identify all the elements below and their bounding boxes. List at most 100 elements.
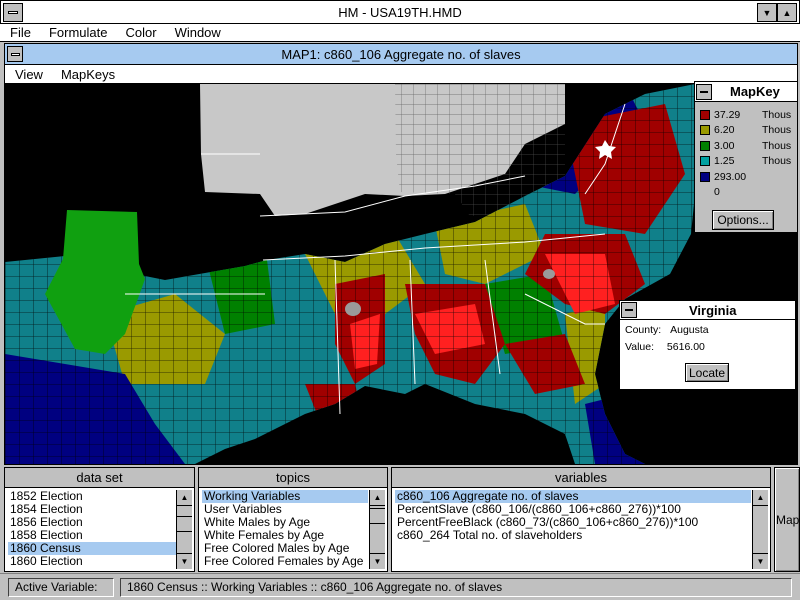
variable-item[interactable]: c860_106 Aggregate no. of slaves — [395, 490, 751, 503]
legend-swatch[interactable] — [700, 125, 710, 136]
variables-list[interactable]: c860_106 Aggregate no. of slaves PercentS… — [395, 490, 751, 542]
system-menu-icon — [8, 11, 18, 14]
legend-swatch[interactable] — [700, 156, 710, 167]
topic-item[interactable]: Free Colored Females by Age — [202, 555, 368, 568]
scroll-thumb[interactable] — [370, 508, 385, 524]
topic-item[interactable]: White Females by Age — [202, 529, 368, 542]
dataset-header: data set — [5, 468, 194, 488]
mapkey-system-button[interactable] — [696, 83, 712, 100]
legend-value: 6.20 — [714, 124, 735, 137]
topic-item[interactable]: White Males by Age — [202, 516, 368, 529]
legend-unit: Thous — [762, 139, 792, 152]
variable-item[interactable]: PercentFreeBlack (c860_73/(c860_106+c860… — [395, 516, 751, 529]
value-label: Value: — [625, 341, 654, 353]
no-data-county — [543, 269, 555, 279]
menu-color[interactable]: Color — [125, 25, 156, 40]
topics-panel: topics Working Variables User Variables Wh… — [198, 467, 388, 572]
legend-value: 293.00 — [714, 170, 747, 183]
scroll-down-icon[interactable]: ▼ — [177, 553, 192, 569]
menu-formulate[interactable]: Formulate — [49, 25, 108, 40]
legend-swatch[interactable] — [700, 109, 710, 120]
choropleth-map[interactable] — [5, 84, 797, 464]
scroll-up-icon[interactable]: ▲ — [177, 490, 192, 506]
app-menu-bar: File Formulate Color Window — [0, 24, 800, 42]
minimize-icon: ▼ — [762, 7, 772, 18]
map-window-title-bar: MAP1: c860_106 Aggregate no. of slaves — [5, 44, 797, 65]
county-label: County: — [625, 324, 662, 336]
map-button[interactable]: Map — [774, 467, 800, 572]
county-row: County: Augusta — [625, 324, 709, 336]
variables-scrollbar[interactable]: ▲ ▼ — [752, 490, 768, 569]
legend-entry: 0 — [695, 185, 797, 201]
dataset-panel: data set 1852 Election 1854 Election 1856 … — [4, 467, 195, 572]
legend-entry: 3.00 Thous — [695, 138, 797, 154]
variable-item[interactable]: c860_264 Total no. of slaveholders — [395, 529, 751, 542]
menu-window[interactable]: Window — [175, 25, 221, 40]
legend-swatch[interactable] — [700, 140, 710, 151]
dataset-item[interactable]: 1860 Census — [8, 542, 176, 555]
mapkey-legend: 37.29 Thous 6.20 Thous 3.00 Thous 1.25 Thous 293… — [695, 102, 797, 200]
map-canvas[interactable] — [5, 84, 797, 464]
legend-unit: Thous — [762, 108, 792, 121]
topics-list[interactable]: Working Variables User Variables White Mal… — [202, 490, 368, 568]
legend-entry: 293.00 — [695, 169, 797, 185]
system-menu-icon — [10, 52, 20, 56]
county-info-title: Virginia — [689, 302, 737, 318]
scroll-down-icon[interactable]: ▼ — [370, 553, 385, 569]
dataset-item[interactable]: 1854 Election — [8, 503, 176, 516]
maximize-button[interactable]: ▲ — [777, 3, 797, 22]
legend-swatch[interactable] — [700, 171, 710, 182]
topic-item[interactable]: Free Colored Males by Age — [202, 542, 368, 555]
legend-entry: 1.25 Thous — [695, 154, 797, 170]
map-window-system-button[interactable] — [7, 46, 23, 62]
status-label: Active Variable: — [8, 577, 114, 597]
system-menu-icon — [625, 309, 633, 311]
status-bar: Active Variable: 1860 Census :: Working … — [0, 573, 800, 600]
legend-unit: Thous — [762, 155, 792, 168]
county-value: Augusta — [670, 324, 709, 336]
minimize-button[interactable]: ▼ — [757, 3, 777, 22]
no-data-county — [345, 302, 361, 316]
legend-entry: 37.29 Thous — [695, 107, 797, 123]
map-window-menu-bar: View MapKeys — [5, 65, 797, 84]
scroll-up-icon[interactable]: ▲ — [370, 490, 385, 506]
map-window: MAP1: c860_106 Aggregate no. of slaves V… — [4, 43, 798, 465]
scroll-down-icon[interactable]: ▼ — [753, 553, 768, 569]
topic-item[interactable]: Working Variables — [202, 490, 368, 503]
topics-scrollbar[interactable]: ▲ ▼ — [369, 490, 385, 569]
system-menu-button[interactable] — [3, 3, 23, 22]
dataset-list[interactable]: 1852 Election 1854 Election 1856 Election 1… — [8, 490, 176, 568]
variable-item[interactable]: PercentSlave (c860_106/(c860_106+c860_27… — [395, 503, 751, 516]
mapkey-panel: MapKey 37.29 Thous 6.20 Thous 3.00 Thous 1.25 T… — [694, 81, 798, 233]
dataset-item[interactable]: 1856 Election — [8, 516, 176, 529]
value-value: 5616.00 — [666, 341, 705, 353]
status-value: 1860 Census :: Working Variables :: c860… — [120, 577, 792, 597]
menu-view[interactable]: View — [15, 67, 43, 82]
app-title-bar: HM - USA19TH.HMD ▼ ▲ — [0, 0, 800, 24]
map-window-title: MAP1: c860_106 Aggregate no. of slaves — [281, 46, 521, 62]
variables-header: variables — [392, 468, 770, 488]
app-title: HM - USA19TH.HMD — [338, 4, 462, 20]
menu-file[interactable]: File — [10, 25, 31, 40]
dataset-item[interactable]: 1858 Election — [8, 529, 176, 542]
system-menu-icon — [700, 90, 708, 93]
mapkey-title: MapKey — [730, 84, 780, 99]
scroll-up-icon[interactable]: ▲ — [753, 490, 768, 506]
dataset-item[interactable]: 1860 Election — [8, 555, 176, 568]
locate-button[interactable]: Locate — [685, 363, 729, 382]
legend-unit: Thous — [762, 124, 792, 137]
value-row: Value: 5616.00 — [625, 341, 705, 353]
dataset-item[interactable]: 1852 Election — [8, 490, 176, 503]
scroll-thumb[interactable] — [177, 516, 192, 532]
options-button[interactable]: Options... — [712, 210, 774, 230]
county-info-title-bar: Virginia — [620, 301, 795, 320]
map-button-label: Map — [776, 512, 800, 527]
maximize-icon: ▲ — [782, 7, 792, 18]
county-info-system-button[interactable] — [621, 302, 637, 318]
mapkey-title-bar: MapKey — [695, 82, 797, 102]
dataset-scrollbar[interactable]: ▲ ▼ — [176, 490, 192, 569]
topics-header: topics — [199, 468, 387, 488]
legend-swatch[interactable] — [700, 187, 710, 197]
menu-mapkeys[interactable]: MapKeys — [61, 67, 115, 82]
topic-item[interactable]: User Variables — [202, 503, 368, 516]
